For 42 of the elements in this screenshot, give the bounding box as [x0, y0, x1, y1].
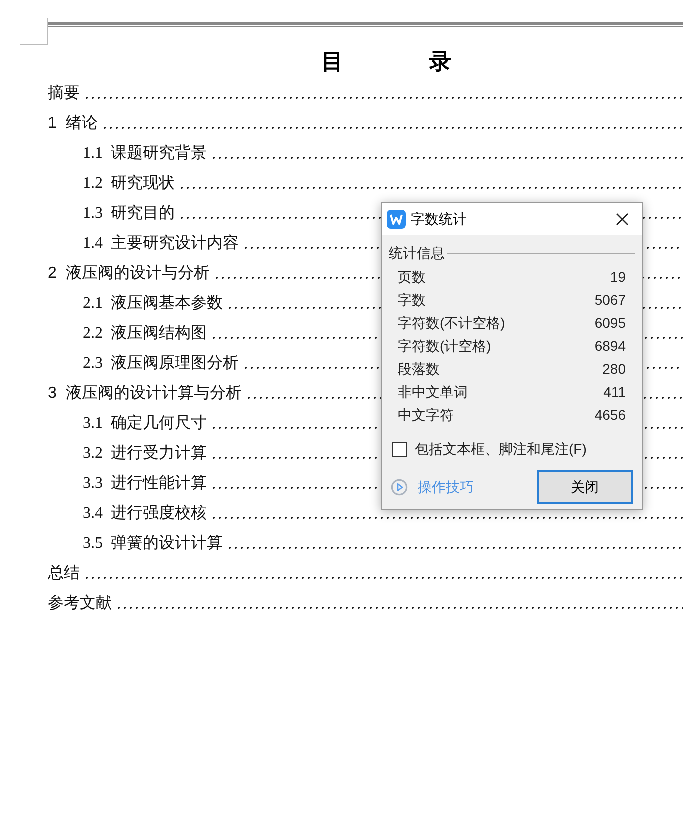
stat-value: 280 [602, 360, 626, 379]
toc-entry[interactable]: 3.5 弹簧的设计计算 [83, 534, 223, 554]
toc-entry[interactable]: 3.3 进行性能计算 [83, 474, 207, 494]
checkbox-label: 包括文本框、脚注和尾注(F) [415, 440, 587, 459]
group-label: 统计信息 [389, 244, 445, 263]
toc-entry[interactable]: 摘要 [48, 84, 80, 104]
toc-entry[interactable]: 2.2 液压阀结构图 [83, 324, 207, 344]
toc-entry[interactable]: 参考文献 [48, 594, 112, 614]
stat-value: 4656 [594, 406, 626, 425]
toc-entry[interactable]: 3.4 进行强度校核 [83, 504, 207, 524]
toc-entry[interactable]: 3.1 确定几何尺寸 [83, 414, 207, 434]
toc-entry[interactable]: 3 液压阀的设计计算与分析 [48, 384, 242, 404]
include-checkbox[interactable] [392, 442, 407, 457]
toc-entry[interactable]: 总结 [48, 564, 80, 584]
stat-label: 段落数 [398, 360, 440, 379]
toc-entry[interactable]: 2.3 液压阀原理图分析 [83, 354, 239, 374]
stat-label: 非中文单词 [398, 383, 468, 402]
close-button[interactable]: 关闭 [537, 470, 633, 504]
stat-label: 字数 [398, 291, 426, 310]
stat-label: 页数 [398, 268, 426, 287]
play-icon [391, 478, 408, 496]
margin-corner-mark [20, 18, 48, 45]
stat-value: 411 [604, 383, 626, 402]
close-icon[interactable] [614, 211, 630, 227]
toc-entry[interactable]: 2.1 液压阀基本参数 [83, 294, 223, 314]
stat-label: 字符数(计空格) [398, 337, 492, 356]
stat-value: 6894 [594, 337, 626, 356]
toc-entry[interactable]: 1 绪论 [48, 114, 98, 134]
toc-entry[interactable]: 2 液压阀的设计与分析 [48, 264, 210, 284]
stat-label: 字符数(不计空格) [398, 314, 506, 333]
app-logo-icon [387, 210, 406, 228]
stat-value: 5067 [594, 291, 626, 310]
toc-entry[interactable]: 1.2 研究现状 [83, 174, 175, 194]
toc-entry[interactable]: 1.4 主要研究设计内容 [83, 234, 239, 254]
stat-label: 中文字符 [398, 406, 454, 425]
toc-heading: 目 录 [321, 48, 452, 76]
toc-entry[interactable]: 1.3 研究目的 [83, 204, 175, 224]
toc-entry[interactable]: 1.1 课题研究背景 [83, 144, 207, 164]
dialog-title: 字数统计 [411, 210, 467, 228]
toc-entry[interactable]: 3.2 进行受力计算 [83, 444, 207, 464]
stat-value: 6095 [594, 314, 626, 333]
stat-value: 19 [610, 268, 626, 287]
